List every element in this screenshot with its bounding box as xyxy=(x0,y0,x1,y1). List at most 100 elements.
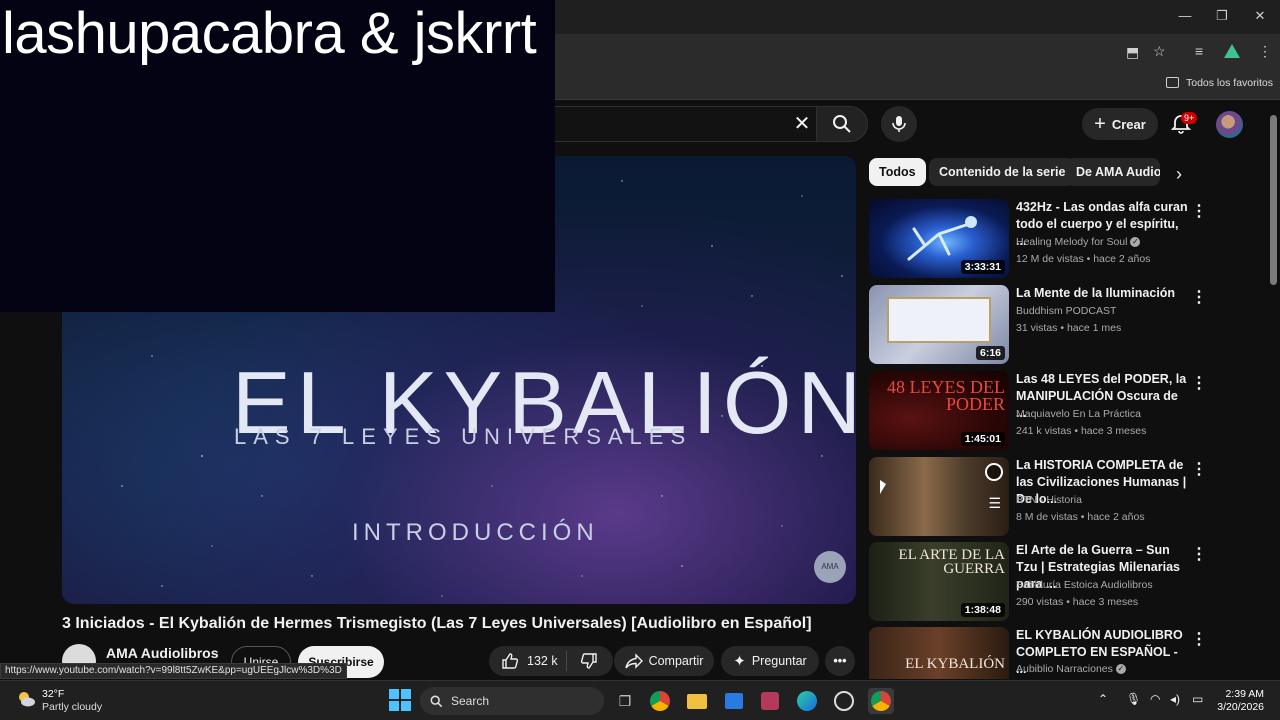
thumbnail-intro-text: INTRODUCCIÓN xyxy=(352,519,599,546)
media-controls-icon[interactable]: ≡ xyxy=(1195,43,1203,59)
create-button[interactable]: + Crear xyxy=(1082,108,1158,140)
video-thumbnail[interactable]: ☰ xyxy=(869,457,1009,536)
create-label: Crear xyxy=(1111,116,1146,132)
thumbnail-text: 48 LEYES DEL PODER xyxy=(887,377,1005,415)
recommendation-meta: 12 M de vistas • hace 2 años xyxy=(1016,253,1151,265)
watch-later-icon[interactable] xyxy=(985,463,1003,481)
search-input[interactable] xyxy=(520,106,816,142)
start-tile xyxy=(401,689,411,699)
all-bookmarks-link[interactable]: Todos los favoritos xyxy=(1186,77,1273,89)
chrome-active-icon[interactable] xyxy=(868,688,894,714)
avatar[interactable] xyxy=(1216,111,1243,138)
list-item[interactable]: EL KYBALIÓN EL KYBALIÓN AUDIOLIBRO COMPL… xyxy=(869,627,1219,679)
clock-date[interactable]: 3/20/2026 xyxy=(1206,701,1264,713)
add-to-queue-icon[interactable]: ☰ xyxy=(988,495,1001,512)
video-thumbnail[interactable]: 48 LEYES DEL PODER 1:45:01 xyxy=(869,371,1009,450)
recommendation-channel[interactable]: Aubiblio Narraciones ✓ xyxy=(1016,663,1126,675)
volume-icon[interactable]: ◂) xyxy=(1170,692,1180,706)
share-label: Compartir xyxy=(648,654,704,668)
bookmark-star-icon[interactable]: ☆ xyxy=(1153,43,1166,60)
duration-badge: 1:38:48 xyxy=(960,603,1005,617)
search-button[interactable] xyxy=(816,106,868,142)
list-item[interactable]: EL ARTE DE LA GUERRA 1:38:48 El Arte de … xyxy=(869,542,1219,622)
clock-time[interactable]: 2:39 AM xyxy=(1218,688,1264,700)
microphone-tray-icon[interactable]: 🎙︎ xyxy=(1126,692,1141,706)
verified-icon: ✓ xyxy=(1115,664,1126,675)
ask-button[interactable]: ✦ Preguntar xyxy=(721,646,819,676)
kebab-menu-icon[interactable]: ⋮ xyxy=(1191,287,1207,307)
chrome-icon[interactable] xyxy=(647,688,673,714)
battery-icon[interactable]: ▭ xyxy=(1192,692,1203,706)
taskbar-search[interactable]: Search xyxy=(420,687,604,715)
list-item[interactable]: 3:33:31 432Hz - Las ondas alfa curan tod… xyxy=(869,199,1219,279)
list-item[interactable]: 6:16 La Mente de la Iluminación Buddhism… xyxy=(869,285,1219,365)
profile-extension-icon[interactable] xyxy=(1224,44,1240,58)
wifi-icon[interactable]: ◠ xyxy=(1150,692,1160,706)
video-thumbnail[interactable]: 6:16 xyxy=(869,285,1009,364)
mouse-cursor xyxy=(880,480,886,494)
stream-overlay: lashupacabra & jskrrt xyxy=(0,0,555,312)
recommendation-channel[interactable]: Sabiduría Estoica Audiolibros xyxy=(1016,579,1153,591)
notification-badge: 9+ xyxy=(1181,112,1198,124)
chip-from-channel[interactable]: De AMA Audiolibros xyxy=(1066,158,1160,186)
ask-label: Preguntar xyxy=(751,654,807,668)
close-window-button[interactable]: ✕ xyxy=(1250,8,1270,26)
channel-watermark-logo[interactable]: AMA xyxy=(814,551,846,583)
like-button[interactable]: 132 k xyxy=(489,651,567,671)
quote-card xyxy=(887,297,991,343)
thumbnail-text: EL ARTE DE LA GUERRA xyxy=(898,547,1005,578)
weather-temperature[interactable]: 32°F xyxy=(42,688,64,700)
recommendation-channel[interactable]: Buddhism PODCAST xyxy=(1016,305,1116,317)
clear-search-button[interactable]: ✕ xyxy=(790,112,814,136)
chip-all[interactable]: Todos xyxy=(869,158,926,186)
folder-icon xyxy=(1166,77,1179,88)
chevron-up-icon[interactable]: ⌃ xyxy=(1098,692,1108,706)
dislike-button[interactable] xyxy=(567,652,611,670)
duration-badge: 3:33:31 xyxy=(960,260,1005,274)
kebab-menu-icon[interactable]: ⋮ xyxy=(1191,459,1207,479)
weather-description[interactable]: Partly cloudy xyxy=(42,701,102,713)
recommendation-title[interactable]: La Mente de la Iluminación xyxy=(1016,285,1188,302)
minimize-button[interactable]: — xyxy=(1175,8,1195,26)
more-actions-button[interactable]: ••• xyxy=(825,646,855,676)
kebab-menu-icon[interactable]: ⋮ xyxy=(1191,629,1207,649)
maximize-button[interactable]: ❐ xyxy=(1212,8,1232,26)
task-view-icon[interactable]: ❐ xyxy=(612,688,638,714)
share-button[interactable]: Compartir xyxy=(614,646,714,676)
app-icon[interactable] xyxy=(757,688,783,714)
recommendation-channel[interactable]: Maquiavelo En La Práctica xyxy=(1016,408,1141,420)
like-dislike-group: 132 k xyxy=(489,646,613,676)
video-thumbnail[interactable]: EL KYBALIÓN xyxy=(869,627,1009,679)
voice-search-button[interactable] xyxy=(881,106,917,142)
like-count: 132 k xyxy=(527,654,558,668)
start-tile xyxy=(401,701,411,711)
scrollbar-thumb[interactable] xyxy=(1270,115,1277,285)
list-item[interactable]: ☰ La HISTORIA COMPLETA de las Civilizaci… xyxy=(869,457,1219,537)
obs-icon[interactable] xyxy=(831,688,857,714)
install-app-icon[interactable]: ⬒ xyxy=(1126,44,1139,61)
share-icon xyxy=(624,653,643,669)
duration-badge: 1:45:01 xyxy=(960,432,1005,446)
thumbs-up-icon xyxy=(502,653,519,669)
microsoft-store-icon[interactable] xyxy=(721,688,747,714)
video-thumbnail[interactable]: EL ARTE DE LA GUERRA 1:38:48 xyxy=(869,542,1009,621)
verified-icon: ✓ xyxy=(1130,237,1141,248)
channel-name-link[interactable]: AMA Audiolibros xyxy=(106,645,219,661)
kebab-menu-icon[interactable]: ⋮ xyxy=(1191,201,1207,221)
channel-label: Aubiblio Narraciones xyxy=(1016,663,1113,675)
browser-menu-icon[interactable]: ⋮ xyxy=(1258,43,1272,60)
kebab-menu-icon[interactable]: ⋮ xyxy=(1191,373,1207,393)
windows-start-icon[interactable] xyxy=(389,689,411,711)
recommendation-channel[interactable]: BTN - Historia xyxy=(1016,494,1082,506)
list-item[interactable]: 48 LEYES DEL PODER 1:45:01 Las 48 LEYES … xyxy=(869,371,1219,451)
chevron-right-icon[interactable]: › xyxy=(1176,164,1182,185)
file-explorer-icon[interactable] xyxy=(684,688,710,714)
recommendation-meta: 290 vistas • hace 3 meses xyxy=(1016,596,1139,608)
kebab-menu-icon[interactable]: ⋮ xyxy=(1191,544,1207,564)
start-tile xyxy=(389,689,399,699)
edge-icon[interactable] xyxy=(794,688,820,714)
chip-series-content[interactable]: Contenido de la serie xyxy=(929,158,1076,186)
recommendation-channel[interactable]: Healing Melody for Soul ✓ xyxy=(1016,236,1141,248)
channel-label: Healing Melody for Soul xyxy=(1016,236,1128,248)
video-thumbnail[interactable]: 3:33:31 xyxy=(869,199,1009,278)
